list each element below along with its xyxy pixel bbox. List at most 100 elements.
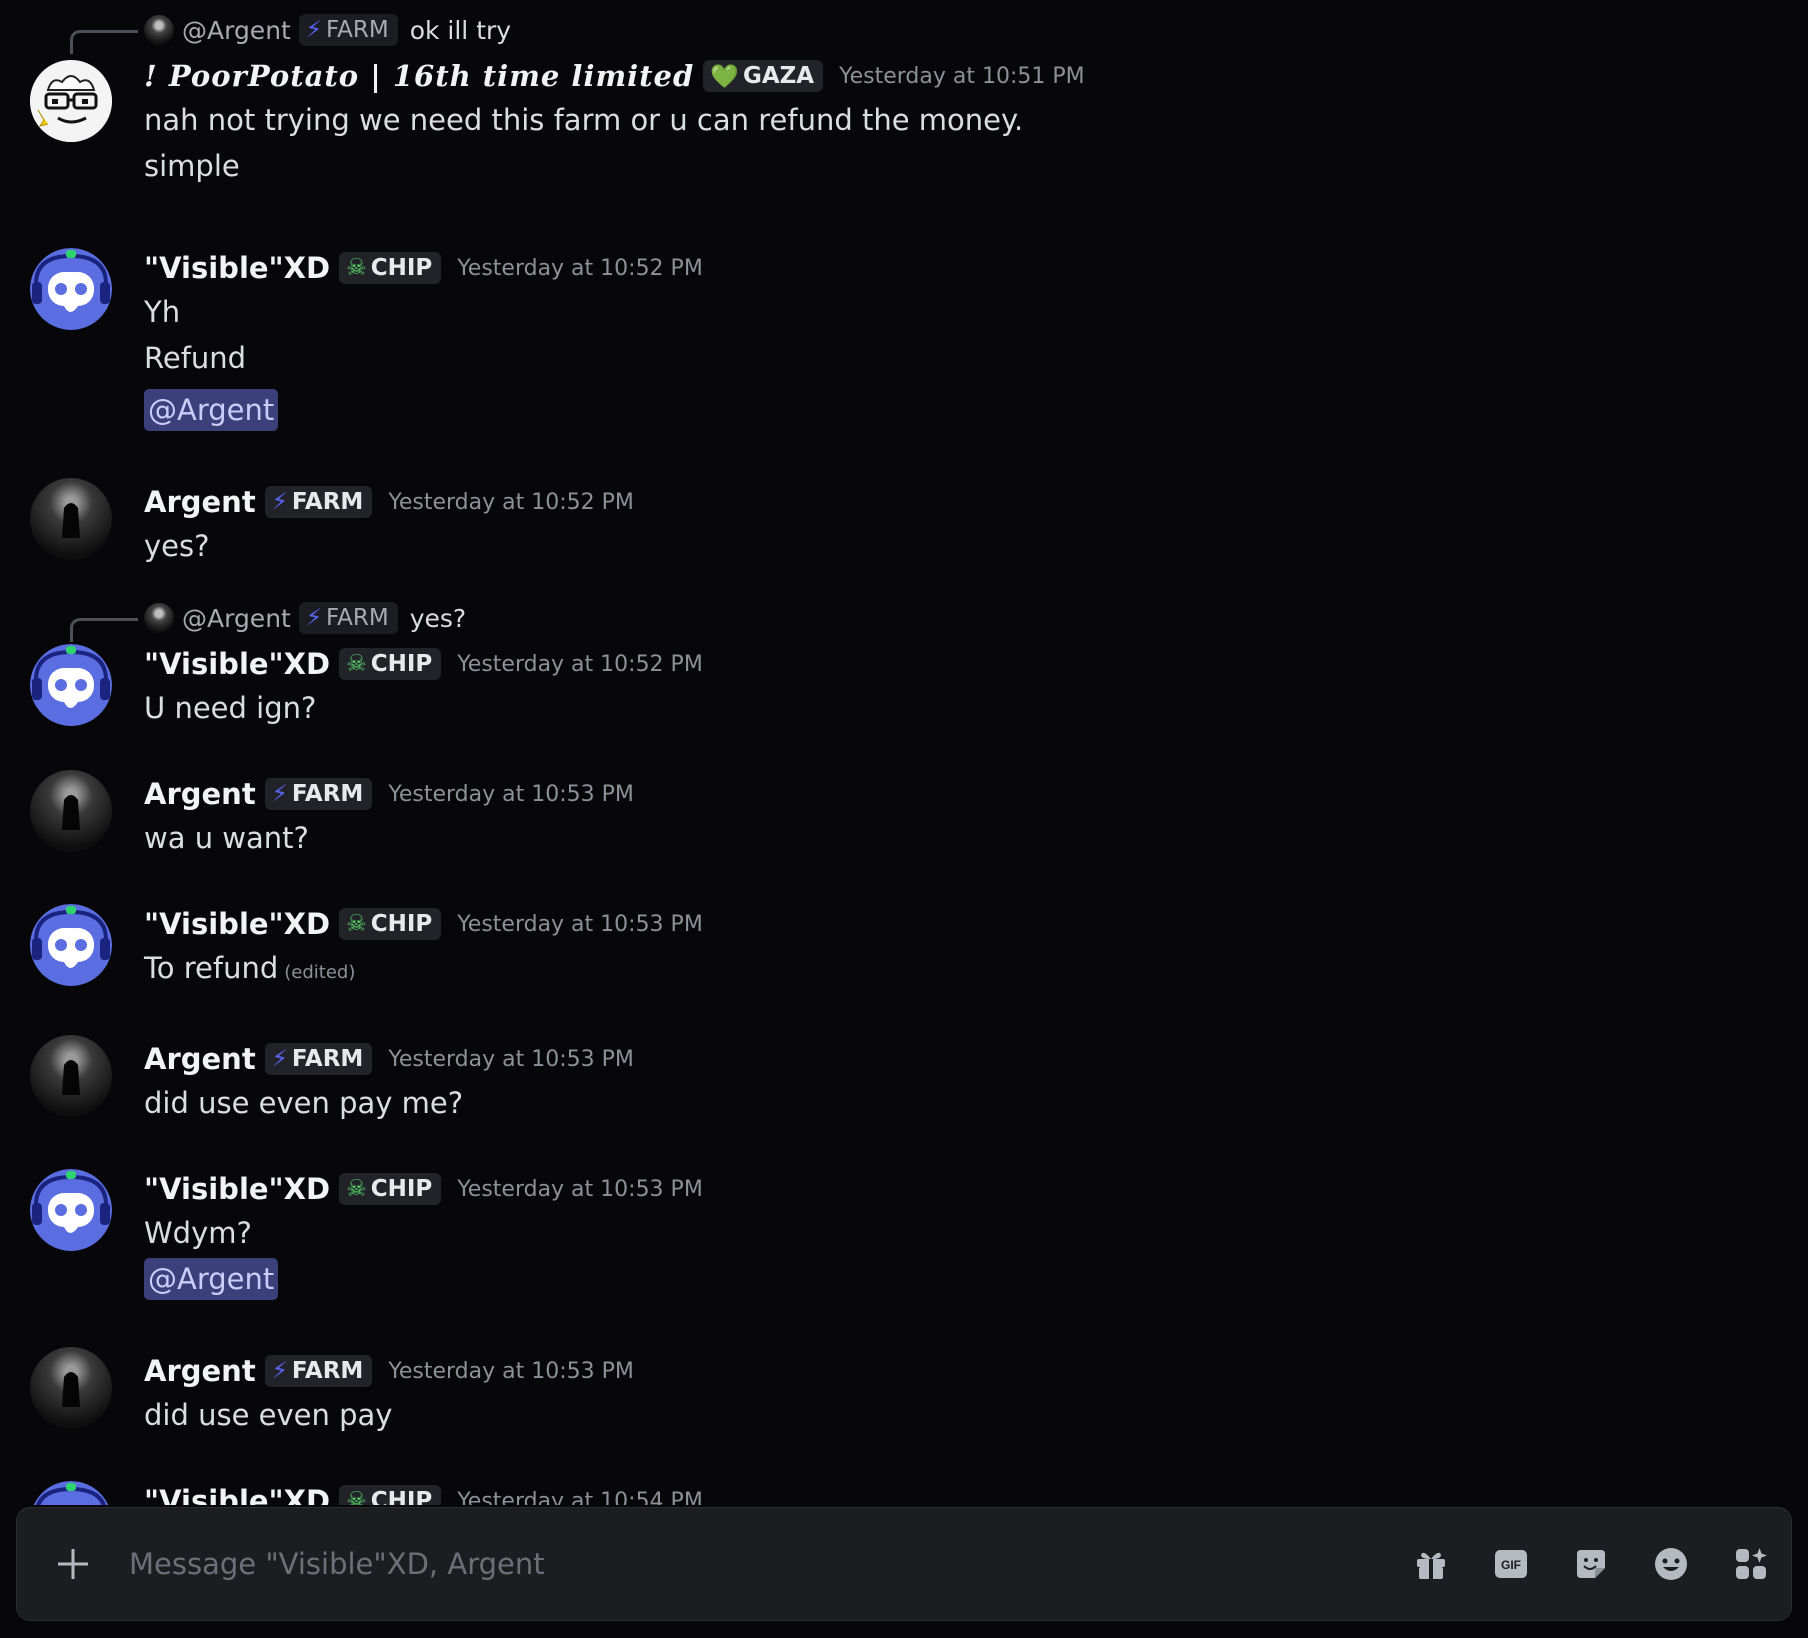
plus-icon (58, 1549, 88, 1579)
sticker-button[interactable] (1551, 1508, 1631, 1620)
timestamp[interactable]: Yesterday at 10:53 PM (457, 912, 703, 937)
reply-author[interactable]: @Argent (182, 16, 291, 45)
role-tag-label: FARM (326, 605, 389, 631)
message[interactable]: @Argent ⚡ FARM ok ill try ! PoorPotato | … (0, 8, 1808, 192)
reply-text: ok ill try (409, 15, 512, 45)
role-tag[interactable]: ☠ CHIP (339, 252, 442, 284)
apps-button[interactable] (1711, 1508, 1791, 1620)
message-text: Refund (144, 341, 247, 375)
avatar-visible[interactable] (30, 904, 112, 986)
author-name[interactable]: ! PoorPotato | 16th time limited (144, 59, 694, 93)
author-name[interactable]: Argent (144, 485, 256, 519)
role-tag-label: FARM (291, 781, 364, 807)
role-tag[interactable]: ⚡ FARM (264, 778, 373, 810)
message[interactable]: Argent ⚡ FARM Yesterday at 10:52 PM yes? (0, 478, 1808, 566)
role-tag-label: CHIP (370, 1176, 433, 1202)
author-name[interactable]: "Visible"XD (144, 647, 330, 681)
avatar-argent[interactable] (30, 1035, 112, 1117)
message[interactable]: @Argent ⚡ FARM yes? "Visible"XD ☠ CHIP Yes… (0, 596, 1808, 728)
timestamp[interactable]: Yesterday at 10:52 PM (457, 652, 703, 677)
message-text: nah not trying we need this farm or u ca… (144, 103, 1024, 137)
timestamp[interactable]: Yesterday at 10:53 PM (388, 1359, 634, 1384)
author-name[interactable]: Argent (144, 777, 256, 811)
avatar-visible[interactable] (30, 644, 112, 726)
reply-avatar (144, 15, 174, 45)
reply-text: yes? (409, 603, 467, 633)
role-tag-label: FARM (326, 17, 389, 43)
user-mention[interactable]: @Argent (144, 389, 279, 431)
role-tag-label: CHIP (370, 911, 433, 937)
timestamp[interactable]: Yesterday at 10:52 PM (457, 256, 703, 281)
role-tag[interactable]: ⚡ FARM (264, 1043, 373, 1075)
message[interactable]: Argent ⚡ FARM Yesterday at 10:53 PM did u… (0, 1035, 1808, 1123)
avatar-argent[interactable] (30, 1347, 112, 1429)
message-text: U need ign? (144, 691, 317, 725)
message[interactable]: Argent ⚡ FARM Yesterday at 10:53 PM wa u … (0, 770, 1808, 858)
author-name[interactable]: "Visible"XD (144, 907, 330, 941)
role-tag-label: FARM (291, 1046, 364, 1072)
message-header: "Visible"XD ☠ CHIP Yesterday at 10:53 PM (144, 900, 1808, 948)
message-list[interactable]: @Argent ⚡ FARM ok ill try ! PoorPotato | … (0, 0, 1808, 1505)
timestamp[interactable]: Yesterday at 10:53 PM (388, 1047, 634, 1072)
timestamp[interactable]: Yesterday at 10:54 PM (457, 1489, 703, 1506)
message-header: Argent ⚡ FARM Yesterday at 10:53 PM (144, 770, 1808, 818)
timestamp[interactable]: Yesterday at 10:53 PM (457, 1177, 703, 1202)
timestamp[interactable]: Yesterday at 10:51 PM (839, 64, 1085, 89)
message-header: ! PoorPotato | 16th time limited 💚 GAZA Y… (144, 52, 1808, 100)
message-text-body: To refund (144, 951, 279, 985)
user-mention[interactable]: @Argent (144, 1258, 279, 1300)
timestamp[interactable]: Yesterday at 10:53 PM (388, 782, 634, 807)
add-attachment-button[interactable] (17, 1508, 129, 1620)
role-tag[interactable]: 💚 GAZA (703, 60, 824, 92)
timestamp[interactable]: Yesterday at 10:52 PM (388, 490, 634, 515)
lightning-icon: ⚡ (305, 17, 322, 43)
author-name[interactable]: "Visible"XD (144, 1484, 330, 1505)
role-tag-label: GAZA (742, 63, 815, 89)
message[interactable]: "Visible"XD ☠ CHIP Yesterday at 10:53 PM … (0, 900, 1808, 993)
message[interactable]: "Visible"XD ☠ CHIP Yesterday at 10:53 PM … (0, 1165, 1808, 1305)
role-tag[interactable]: ⚡ FARM (264, 1355, 373, 1387)
message[interactable]: "Visible"XD ☠ CHIP Yesterday at 10:54 PM (0, 1477, 1808, 1505)
lightning-icon: ⚡ (271, 489, 288, 515)
skull-icon: ☠ (346, 1176, 367, 1202)
green-heart-icon: 💚 (710, 63, 739, 90)
message-text: To refund (edited) (144, 948, 1808, 993)
avatar-visible[interactable] (30, 1169, 112, 1251)
message-composer: GIF (16, 1507, 1792, 1621)
reply-connector (70, 30, 138, 54)
role-tag[interactable]: ☠ CHIP (339, 1173, 442, 1205)
role-tag[interactable]: ☠ CHIP (339, 908, 442, 940)
message-text: wa u want? (144, 821, 309, 855)
role-tag[interactable]: ⚡ FARM (264, 486, 373, 518)
author-name[interactable]: "Visible"XD (144, 251, 330, 285)
reply-preview[interactable]: @Argent ⚡ FARM ok ill try (70, 8, 1808, 54)
gif-button[interactable]: GIF (1471, 1508, 1551, 1620)
lightning-icon: ⚡ (271, 781, 288, 807)
message-header: "Visible"XD ☠ CHIP Yesterday at 10:52 PM (144, 244, 1808, 292)
message-text: Yh (144, 295, 181, 329)
role-tag-label: FARM (291, 1358, 364, 1384)
apps-icon (1736, 1548, 1767, 1579)
gif-icon: GIF (1495, 1550, 1527, 1578)
reply-avatar (144, 603, 174, 633)
role-tag[interactable]: ☠ CHIP (339, 648, 442, 680)
skull-icon: ☠ (346, 651, 367, 677)
author-name[interactable]: "Visible"XD (144, 1172, 330, 1206)
message-text: Wdym? (144, 1216, 252, 1250)
reply-preview[interactable]: @Argent ⚡ FARM yes? (70, 596, 1808, 642)
avatar-visible[interactable] (30, 248, 112, 330)
reply-author[interactable]: @Argent (182, 604, 291, 633)
role-tag-label: CHIP (370, 1488, 433, 1505)
avatar-potato[interactable] (30, 60, 112, 142)
author-name[interactable]: Argent (144, 1354, 256, 1388)
role-tag[interactable]: ☠ CHIP (339, 1485, 442, 1505)
gift-button[interactable] (1391, 1508, 1471, 1620)
avatar-argent[interactable] (30, 770, 112, 852)
avatar-visible[interactable] (30, 1481, 112, 1505)
message[interactable]: Argent ⚡ FARM Yesterday at 10:53 PM did u… (0, 1347, 1808, 1435)
message-input[interactable] (129, 1508, 1391, 1620)
avatar-argent[interactable] (30, 478, 112, 560)
author-name[interactable]: Argent (144, 1042, 256, 1076)
message[interactable]: "Visible"XD ☠ CHIP Yesterday at 10:52 PM … (0, 244, 1808, 436)
emoji-button[interactable] (1631, 1508, 1711, 1620)
